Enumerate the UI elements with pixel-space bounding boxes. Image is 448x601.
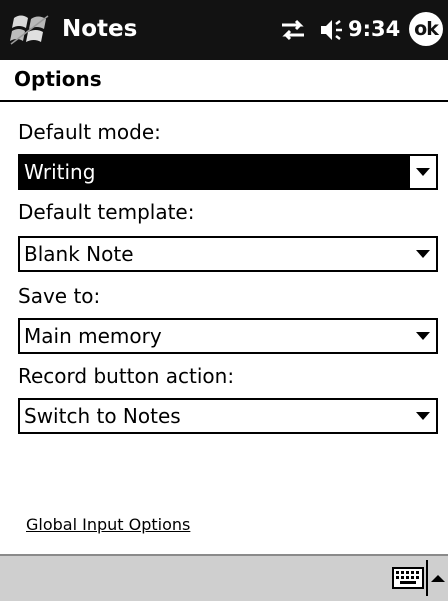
clock-time[interactable]: 9:34 (348, 14, 400, 44)
chevron-down-icon[interactable] (410, 400, 436, 432)
default-template-label: Default template: (18, 200, 195, 224)
record-button-action-dropdown[interactable]: Switch to Notes (18, 398, 438, 434)
app-title: Notes (62, 16, 138, 42)
default-template-value: Blank Note (24, 242, 134, 266)
save-to-label: Save to: (18, 284, 101, 308)
record-button-action-value: Switch to Notes (24, 404, 181, 428)
connectivity-icon[interactable] (278, 17, 308, 43)
save-to-dropdown[interactable]: Main memory (18, 318, 438, 354)
menu-bar (0, 554, 448, 601)
save-to-value: Main memory (24, 324, 162, 348)
windows-start-icon[interactable] (8, 8, 52, 52)
chevron-down-icon[interactable] (410, 156, 436, 188)
ok-button[interactable]: ok (409, 12, 443, 46)
default-mode-dropdown[interactable]: Writing (18, 154, 438, 190)
notes-options-screen: Notes 9:34 ok Options Default mode: Writ… (0, 0, 448, 601)
keyboard-icon[interactable] (392, 567, 424, 589)
volume-icon[interactable] (318, 17, 348, 43)
title-bar: Notes 9:34 ok (0, 0, 448, 60)
sip-divider (426, 560, 428, 596)
page-title: Options (14, 67, 102, 91)
page-header: Options (0, 60, 448, 102)
default-mode-value: Writing (24, 160, 96, 184)
chevron-down-icon[interactable] (410, 320, 436, 352)
default-mode-label: Default mode: (18, 120, 161, 144)
record-button-action-label: Record button action: (18, 364, 235, 388)
default-template-dropdown[interactable]: Blank Note (18, 236, 438, 272)
chevron-down-icon[interactable] (410, 238, 436, 270)
sip-arrow-up-icon[interactable] (431, 570, 445, 582)
global-input-options-link[interactable]: Global Input Options (26, 512, 190, 538)
